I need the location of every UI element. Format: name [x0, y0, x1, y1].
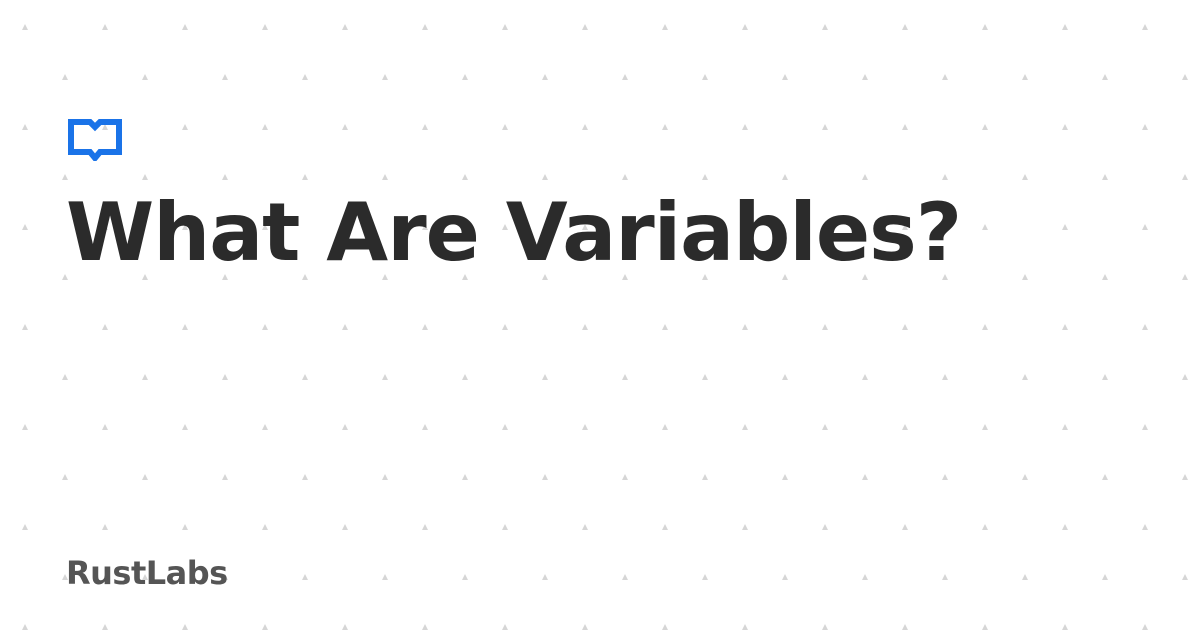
dotted-background-pattern — [0, 0, 1200, 630]
brand-name: RustLabs — [66, 554, 228, 592]
page-title: What Are Variables? — [66, 186, 962, 279]
open-book-icon — [68, 119, 122, 161]
